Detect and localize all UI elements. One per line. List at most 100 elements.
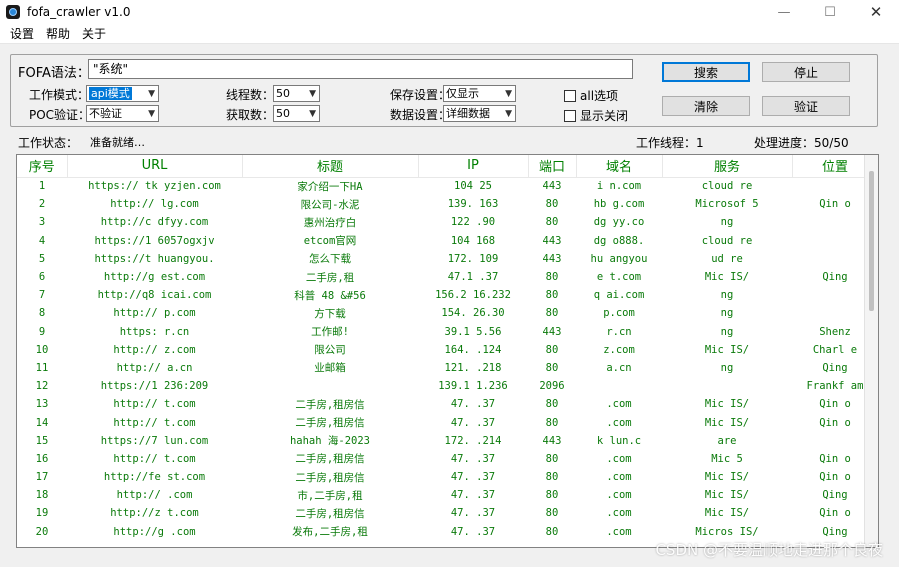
cell-domain: hb g.com bbox=[593, 198, 645, 211]
cell-title: 业邮箱 bbox=[314, 362, 346, 375]
cell-title: 限公司-水泥 bbox=[300, 198, 360, 211]
column-header-service[interactable]: 服务 bbox=[662, 155, 793, 178]
column-header-ip[interactable]: IP bbox=[418, 155, 529, 178]
cell-domain: dg o888. bbox=[593, 234, 645, 247]
scrollbar-thumb[interactable] bbox=[869, 171, 874, 311]
cell-ip: 156.2 16.232 bbox=[435, 289, 511, 302]
show-close-checkbox[interactable]: 显示关闭 bbox=[564, 107, 628, 124]
cell-port: 443 bbox=[542, 180, 562, 193]
results-grid[interactable]: 序号 URL 标题 IP 端口 域名 服务 位置 1 https:// tk yz… bbox=[16, 154, 879, 548]
table-row[interactable]: 4 https://1 6057ogxjv etcom官网 104 168 443 dg… bbox=[17, 232, 878, 250]
fetch-count-select[interactable]: 50 ▼ bbox=[273, 105, 320, 122]
cell-index: 11 bbox=[35, 361, 49, 374]
poc-select[interactable]: 不验证 ▼ bbox=[86, 105, 159, 122]
cell-port: 80 bbox=[545, 198, 559, 211]
table-row[interactable]: 7 http://q8 icai.com 科普 48 &#56 156.2 16.23… bbox=[17, 286, 878, 304]
cell-service bbox=[662, 377, 792, 395]
verify-button[interactable]: 验证 bbox=[762, 96, 850, 116]
cell-index: 13 bbox=[35, 398, 49, 411]
cell-title: 科普 48 &#56 bbox=[294, 289, 366, 302]
table-row[interactable]: 17 http://fe st.com 二手房,租房信 47. .37 80 .com… bbox=[17, 468, 878, 486]
save-settings-value: 仅显示 bbox=[446, 87, 479, 100]
cell-ip: 47. .37 bbox=[450, 489, 496, 502]
cell-service: Mic IS/ bbox=[704, 271, 750, 284]
work-state-value: 准备就绪… bbox=[90, 136, 145, 149]
cell-url: http:// a.cn bbox=[116, 361, 193, 374]
cell-domain: .com bbox=[606, 398, 632, 411]
clear-button[interactable]: 清除 bbox=[662, 96, 750, 116]
cell-domain: .com bbox=[606, 507, 632, 520]
table-row[interactable]: 12 https://1 236:209 139.1 1.236 2096 Frank… bbox=[17, 377, 878, 395]
cell-index: 17 bbox=[35, 471, 49, 484]
cell-domain: .com bbox=[606, 416, 632, 429]
table-body: 1 https:// tk yzjen.com 家介绍一下HA 104 25 443 i… bbox=[17, 177, 878, 541]
table-row[interactable]: 5 https://t huangyou. 怎么下载 172. 109 443 hu a… bbox=[17, 250, 878, 268]
cell-url: http://q8 icai.com bbox=[97, 289, 212, 302]
cell-ip: 122 .90 bbox=[450, 216, 496, 229]
checkbox-icon bbox=[564, 109, 576, 122]
fofa-syntax-label: FOFA语法： bbox=[18, 66, 90, 81]
work-mode-select[interactable]: api模式 ▼ bbox=[86, 85, 159, 102]
table-row[interactable]: 2 http:// lg.com 限公司-水泥 139. 163 80 hb g.com… bbox=[17, 195, 878, 213]
cell-domain: q ai.com bbox=[593, 289, 645, 302]
cell-ip: 47. .37 bbox=[450, 452, 496, 465]
column-header-port[interactable]: 端口 bbox=[528, 155, 577, 178]
table-row[interactable]: 10 http:// z.com 限公司 164. .124 80 z.com Mic … bbox=[17, 341, 878, 359]
table-row[interactable]: 1 https:// tk yzjen.com 家介绍一下HA 104 25 443 i… bbox=[17, 177, 878, 195]
column-header-title[interactable]: 标题 bbox=[242, 155, 419, 178]
table-row[interactable]: 14 http:// t.com 二手房,租房信 47. .37 80 .com Mic… bbox=[17, 413, 878, 431]
menu-about[interactable]: 关于 bbox=[76, 25, 112, 42]
table-row[interactable]: 18 http:// .com 市,二手房,租 47. .37 80 .com Mic … bbox=[17, 486, 878, 504]
table-row[interactable]: 9 https: r.cn 工作邮! 39.1 5.56 443 r.cn ng She… bbox=[17, 323, 878, 341]
cell-port: 80 bbox=[545, 343, 559, 356]
cell-ip: 104 25 bbox=[454, 180, 492, 193]
cell-domain: .com bbox=[606, 489, 632, 502]
cell-index: 15 bbox=[35, 434, 49, 447]
table-row[interactable]: 19 http://z t.com 二手房,租房信 47. .37 80 .com Mi… bbox=[17, 504, 878, 522]
table-row[interactable]: 8 http:// p.com 方下载 154. 26.30 80 p.com ng bbox=[17, 304, 878, 322]
cell-index: 19 bbox=[35, 507, 49, 520]
cell-title: etcom官网 bbox=[303, 235, 357, 248]
cell-service: ud re bbox=[711, 252, 743, 265]
table-row[interactable]: 3 http://c dfyy.com 惠州治疗白 122 .90 80 dg yy.c… bbox=[17, 213, 878, 231]
chevron-down-icon: ▼ bbox=[148, 89, 155, 99]
chevron-down-icon: ▼ bbox=[309, 89, 316, 99]
cell-port: 80 bbox=[545, 307, 559, 320]
minimize-icon[interactable]: — bbox=[761, 0, 807, 24]
watermark-text: CSDN @不要温顺地走进那个良夜 bbox=[655, 541, 883, 559]
stop-button[interactable]: 停止 bbox=[762, 62, 850, 82]
cell-index: 7 bbox=[38, 289, 46, 302]
cell-service: Mic IS/ bbox=[704, 343, 750, 356]
checkbox-icon bbox=[564, 89, 576, 102]
maximize-icon[interactable]: ☐ bbox=[807, 0, 853, 24]
column-header-index[interactable]: 序号 bbox=[17, 155, 68, 178]
cell-title: 发布,二手房,租 bbox=[292, 526, 368, 539]
menu-settings[interactable]: 设置 bbox=[4, 25, 40, 42]
cell-title: 方下载 bbox=[314, 307, 346, 320]
cell-title: 二手房,租 bbox=[305, 271, 355, 284]
threads-select[interactable]: 50 ▼ bbox=[273, 85, 320, 102]
cell-ip: 47.1 .37 bbox=[447, 271, 499, 284]
fofa-query-input[interactable]: "系统" bbox=[88, 59, 633, 79]
close-icon[interactable]: ✕ bbox=[853, 0, 899, 24]
cell-ip: 172. 109 bbox=[447, 252, 499, 265]
cell-title: 二手房,租房信 bbox=[295, 471, 365, 484]
cell-index: 8 bbox=[38, 307, 46, 320]
cell-port: 2096 bbox=[539, 380, 565, 393]
data-settings-select[interactable]: 详细数据 ▼ bbox=[443, 105, 516, 122]
cell-ip: 139.1 1.236 bbox=[438, 380, 508, 393]
table-row[interactable]: 16 http:// t.com 二手房,租房信 47. .37 80 .com Mic… bbox=[17, 450, 878, 468]
table-row[interactable]: 13 http:// t.com 二手房,租房信 47. .37 80 .com Mic… bbox=[17, 395, 878, 413]
all-options-checkbox[interactable]: all选项 bbox=[564, 87, 618, 104]
table-row[interactable]: 15 https://7 lun.com hahah 海-2023 172. .214… bbox=[17, 432, 878, 450]
cell-service: are bbox=[717, 434, 737, 447]
cell-service: Mic IS/ bbox=[704, 416, 750, 429]
save-settings-select[interactable]: 仅显示 ▼ bbox=[443, 85, 516, 102]
search-button[interactable]: 搜索 bbox=[662, 62, 750, 82]
column-header-url[interactable]: URL bbox=[67, 155, 243, 178]
column-header-domain[interactable]: 域名 bbox=[576, 155, 663, 178]
table-row[interactable]: 11 http:// a.cn 业邮箱 121. .218 80 a.cn ng Qin… bbox=[17, 359, 878, 377]
table-row[interactable]: 6 http://g est.com 二手房,租 47.1 .37 80 e t.com… bbox=[17, 268, 878, 286]
vertical-scrollbar[interactable] bbox=[864, 155, 878, 547]
menu-help[interactable]: 帮助 bbox=[40, 25, 76, 42]
